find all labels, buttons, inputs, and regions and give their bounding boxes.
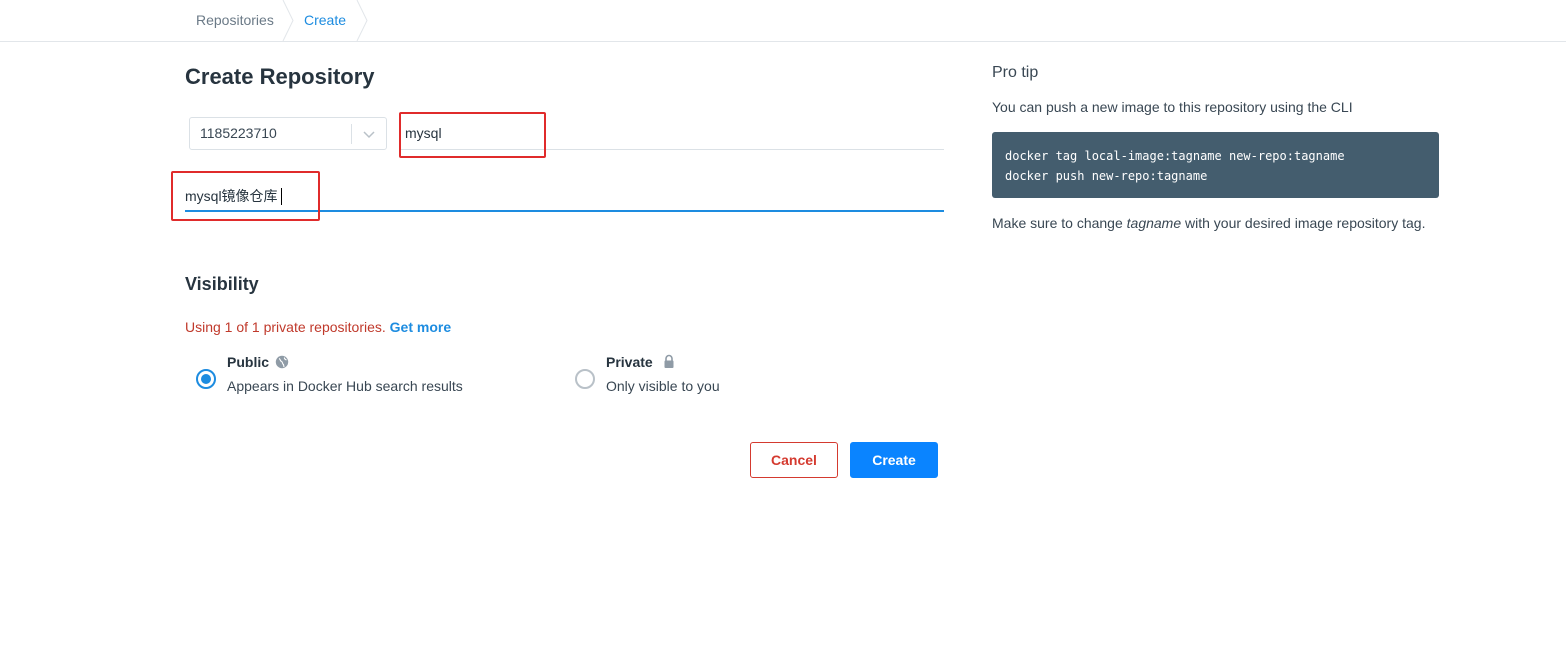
lock-icon [664, 354, 674, 368]
usage-text: Using 1 of 1 private repositories. [185, 319, 386, 335]
code-line: docker push new-repo:tagname [1005, 169, 1208, 183]
breadcrumb-create: Create [304, 12, 347, 28]
note-emphasis: tagname [1126, 215, 1182, 231]
create-button[interactable]: Create [850, 442, 938, 478]
repository-description-input[interactable] [185, 181, 944, 212]
private-radio[interactable] [575, 369, 595, 389]
select-divider [351, 124, 352, 144]
public-option-description: Appears in Docker Hub search results [227, 378, 463, 394]
visibility-heading: Visibility [185, 274, 259, 294]
note-text: with your desired image repository tag. [1181, 215, 1426, 231]
pro-tip-text: You can push a new image to this reposit… [992, 99, 1353, 115]
cli-code-block: docker tag local-image:tagname new-repo:… [992, 132, 1439, 198]
private-usage-note: Using 1 of 1 private repositories. Get m… [185, 319, 451, 335]
breadcrumb-separator-icon [356, 0, 368, 41]
page-title: Create Repository [185, 64, 375, 89]
pro-tip-note: Make sure to change tagname with your de… [992, 213, 1432, 233]
public-radio[interactable] [196, 369, 216, 389]
globe-icon [275, 355, 289, 369]
namespace-select[interactable]: 1185223710 [189, 117, 387, 150]
code-line: docker tag local-image:tagname new-repo:… [1005, 149, 1345, 163]
cancel-button[interactable]: Cancel [750, 442, 838, 478]
private-option-description: Only visible to you [606, 378, 720, 394]
pro-tip-title: Pro tip [992, 64, 1039, 81]
chevron-down-icon[interactable] [362, 127, 376, 141]
breadcrumb: Repositories Create [0, 0, 1566, 42]
note-text: Make sure to change [992, 215, 1127, 231]
namespace-value: 1185223710 [200, 125, 277, 141]
get-more-link[interactable]: Get more [390, 319, 451, 335]
radio-selected-dot [201, 374, 211, 384]
public-option-title[interactable]: Public [227, 354, 269, 370]
breadcrumb-repositories-link[interactable]: Repositories [196, 0, 274, 41]
text-caret [281, 188, 282, 205]
private-option-title[interactable]: Private [606, 354, 653, 370]
repository-name-input[interactable] [401, 117, 944, 150]
breadcrumb-separator-icon [282, 0, 294, 41]
